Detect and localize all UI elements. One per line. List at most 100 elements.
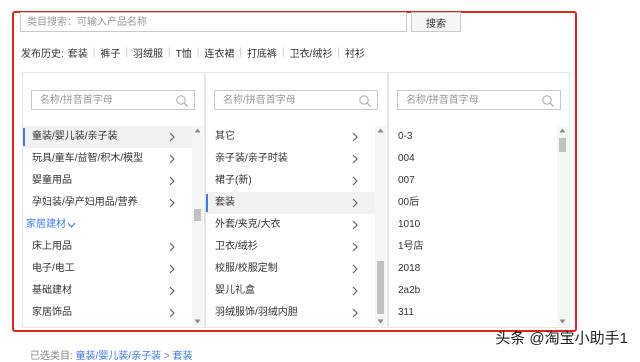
chevron-right-icon [352, 132, 358, 142]
category-item[interactable]: 1010 [389, 214, 557, 236]
chevron-right-icon [352, 264, 358, 274]
category-item[interactable]: 2a2b [389, 280, 557, 302]
chevron-right-icon [352, 242, 358, 252]
category-item-label: 311 [398, 307, 414, 318]
history-separator: | [337, 46, 340, 58]
category-item-label: 00后 [398, 197, 420, 208]
category-item[interactable]: 2018 [389, 258, 557, 280]
history-item[interactable]: 连衣裙 [204, 45, 234, 60]
scrollbar[interactable] [557, 126, 568, 326]
category-item-label: 校服/校服定制 [215, 263, 278, 274]
history-item[interactable]: 套装 [68, 45, 88, 60]
category-item[interactable]: 孕妇装/孕产妇用品/营养 [23, 192, 192, 214]
chevron-right-icon [352, 220, 358, 230]
category-item[interactable]: 基础建材 [23, 280, 192, 302]
search-icon[interactable] [175, 94, 189, 108]
search-button[interactable]: 搜索 [411, 12, 461, 32]
history-item[interactable]: T恤 [176, 45, 192, 60]
category-item[interactable]: 亲子装/亲子时装 [206, 148, 375, 170]
history-item[interactable]: 衬衫 [345, 45, 365, 60]
chevron-right-icon [169, 264, 175, 274]
scroll-down-arrow-icon [377, 319, 384, 324]
scrollbar-thumb[interactable] [559, 138, 566, 152]
category-item-label: 004 [398, 153, 415, 164]
scroll-up-arrow-icon [559, 128, 566, 133]
category-item[interactable]: 床上用品 [23, 236, 192, 258]
category-item[interactable]: 电子/电工 [23, 258, 192, 280]
category-item-label: 1010 [398, 219, 421, 230]
category-item[interactable]: 校服/校服定制 [206, 258, 375, 280]
category-item[interactable]: 007 [389, 170, 557, 192]
category-panel-level3: 0-3 004 007 00后 1010 1号店 2018 2a2b 311 [388, 72, 570, 328]
panel-search-field[interactable] [31, 90, 195, 110]
category-panel-level2: 其它亲子装/亲子时装裙子(新) 套装外套/夹克/大衣卫衣/绒衫校服/校服定制婴儿礼… [205, 72, 388, 328]
category-item-label: 其它 [215, 131, 235, 142]
history-separator: | [168, 46, 171, 58]
category-item[interactable]: 玩具/童车/益智/积木/模型 [23, 148, 192, 170]
scrollbar-thumb[interactable] [194, 209, 201, 221]
chevron-down-icon [67, 222, 76, 228]
category-item[interactable]: 羽绒服饰/羽绒内胆 [206, 302, 375, 324]
category-item[interactable]: 1号店 [389, 236, 557, 258]
scrollbar[interactable] [375, 126, 386, 326]
scrollbar[interactable] [192, 126, 203, 326]
history-item[interactable]: 裤子 [100, 45, 120, 60]
chevron-right-icon [352, 198, 358, 208]
chevron-right-icon [169, 154, 175, 164]
search-icon[interactable] [358, 94, 372, 108]
category-item[interactable]: 家装主材 [23, 324, 192, 326]
category-panel-level1: 童装/婴儿装/亲子装玩具/童车/益智/积木/模型婴童用品孕妇装/孕产妇用品/营养… [22, 72, 205, 328]
chevron-right-icon [169, 132, 175, 142]
history-separator: | [92, 46, 96, 58]
category-list: 0-3 004 007 00后 1010 1号店 2018 2a2b 311 [389, 126, 557, 326]
panel-search-input[interactable] [215, 91, 377, 109]
category-item-label: 裙子(新) [215, 175, 252, 186]
category-item[interactable]: 裙子(新) [206, 170, 375, 192]
chevron-right-icon [169, 286, 175, 296]
scroll-up-arrow-icon [194, 128, 201, 133]
category-item-label: 玩具/童车/益智/积木/模型 [32, 153, 144, 164]
category-list: 童装/婴儿装/亲子装玩具/童车/益智/积木/模型婴童用品孕妇装/孕产妇用品/营养… [23, 126, 192, 326]
category-item[interactable]: 0-3 [389, 126, 557, 148]
category-item-label: 套装 [215, 197, 235, 208]
chevron-right-icon [169, 198, 175, 208]
category-item[interactable]: 311 [389, 302, 557, 324]
category-group-header[interactable]: 家居建材 [23, 214, 192, 236]
history-separator: | [125, 46, 128, 58]
category-item-label: 婴儿礼盒 [215, 285, 255, 296]
category-item[interactable]: 004 [389, 148, 557, 170]
category-item[interactable]: 外套/夹克/大衣 [206, 214, 375, 236]
search-icon[interactable] [541, 94, 555, 108]
category-item[interactable]: 套装 [206, 192, 375, 214]
category-item[interactable]: 其它 [206, 126, 375, 148]
history-item[interactable]: 卫衣/绒衫 [290, 45, 333, 60]
scroll-up-arrow-icon [377, 128, 384, 133]
category-item-label: 床上用品 [32, 241, 72, 252]
category-item-label: 家居饰品 [32, 307, 72, 318]
breadcrumb-link[interactable]: 套装 [173, 351, 193, 362]
category-item-label: 亲子装/亲子时装 [215, 153, 288, 164]
history-item[interactable]: 打底裤 [247, 45, 277, 60]
chevron-right-icon [352, 154, 358, 164]
scroll-down-arrow-icon [194, 319, 201, 324]
panel-search-input[interactable] [32, 91, 194, 109]
breadcrumb-link[interactable]: 童装/婴儿装/亲子装 [76, 351, 162, 362]
category-item[interactable]: 童装/婴儿装/亲子装 [23, 126, 192, 148]
panel-search-input[interactable] [398, 91, 560, 109]
category-item[interactable]: 婴童用品 [23, 170, 192, 192]
panel-search-field[interactable] [214, 90, 378, 110]
panel-search-field[interactable] [397, 90, 561, 110]
chevron-right-icon [169, 308, 175, 318]
category-item[interactable]: 00后 [389, 192, 557, 214]
chevron-right-icon [352, 286, 358, 296]
category-item-label: 基础建材 [32, 285, 72, 296]
category-item-label: 孕妇装/孕产妇用品/营养 [32, 197, 138, 208]
category-item[interactable]: 卫衣/绒衫 [206, 236, 375, 258]
scrollbar-thumb[interactable] [377, 261, 384, 314]
category-item-label: 0-3 [398, 131, 413, 142]
history-item[interactable]: 羽绒服 [133, 45, 163, 60]
history-separator: | [239, 46, 242, 58]
category-item[interactable]: 家居饰品 [23, 302, 192, 324]
category-item[interactable]: 婴儿礼盒 [206, 280, 375, 302]
category-search-input[interactable] [20, 12, 407, 32]
